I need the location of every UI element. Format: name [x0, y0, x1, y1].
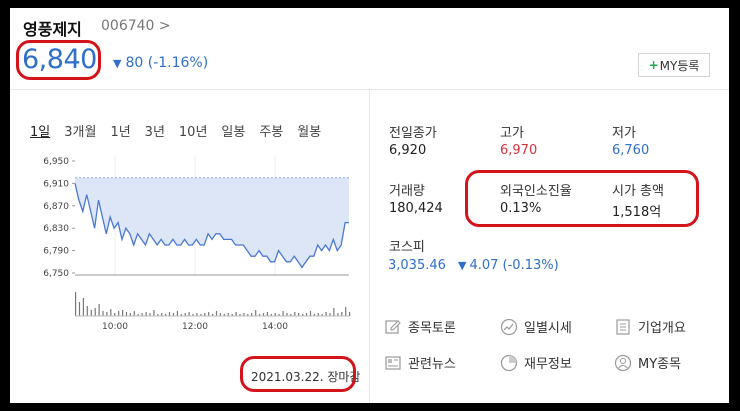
y-tick-label: 6,950	[43, 157, 69, 167]
tab-10year[interactable]: 10년	[179, 121, 208, 140]
volume-bar	[122, 310, 124, 316]
volume-bar	[215, 311, 218, 316]
company-info-link-label: 기업개요	[638, 321, 686, 336]
volume-bar	[294, 312, 296, 316]
company-name[interactable]: 영풍제지	[23, 16, 82, 40]
stock-code-link[interactable]: 006740 >	[101, 18, 171, 34]
daily-price-link-label: 일별시세	[524, 321, 572, 336]
volume-bar	[94, 308, 96, 316]
volume-bar	[208, 312, 210, 316]
prev-close-value: 6,920	[389, 143, 427, 158]
my-register-button[interactable]: + MY등록	[638, 53, 710, 77]
volume-bar	[349, 312, 351, 316]
tab-1year[interactable]: 1년	[110, 121, 130, 140]
daily-price-link[interactable]: 일별시세	[500, 317, 572, 336]
tab-monthly-candle[interactable]: 월봉	[297, 121, 321, 140]
trend-icon	[500, 318, 518, 335]
divider-vertical	[369, 90, 370, 403]
volume-bar	[255, 310, 257, 316]
stock-summary-panel: 영풍제지 006740 > 6,840 ▼ 80 (-1.16%) + MY등록 1…	[10, 8, 729, 403]
related-news-link-label: 관련뉴스	[408, 357, 456, 372]
prev-close-label: 전일종가	[389, 126, 437, 141]
volume-bar	[341, 312, 343, 316]
intraday-chart: 6,950 6,910 6,870 6,830 6,790 6,750 10:00 12:0…	[43, 155, 351, 330]
volume-bar	[333, 308, 335, 316]
edit-icon	[385, 319, 401, 334]
financial-info-link-label: 재무정보	[524, 357, 572, 372]
tab-3month[interactable]: 3개월	[64, 121, 96, 140]
volume-bar	[188, 312, 190, 316]
volume-bars	[75, 292, 351, 316]
company-info-link[interactable]: 기업개요	[614, 317, 686, 336]
kospi-change: ▼ 4.07 (-0.13%)	[458, 258, 559, 273]
volume-bar	[106, 312, 108, 316]
period-tabs: 1일 3개월 1년 3년 10년 일봉 주봉 월봉	[30, 121, 335, 140]
volume-label: 거래량	[389, 184, 425, 199]
volume-value: 180,424	[389, 201, 443, 216]
kospi-value: 3,035.46	[388, 258, 446, 273]
volume-bar	[125, 312, 128, 316]
news-icon	[385, 355, 401, 370]
volume-bar	[75, 292, 77, 316]
tab-1day[interactable]: 1일	[30, 121, 50, 140]
down-arrow-icon: ▼	[458, 259, 467, 272]
y-tick-label: 6,830	[43, 224, 69, 234]
financial-info-link[interactable]: 재무정보	[500, 353, 572, 372]
kospi-label: 코스피	[389, 240, 425, 255]
y-tick-label: 6,910	[43, 179, 69, 189]
my-stock-link-label: MY종목	[638, 357, 682, 372]
volume-bar	[168, 312, 171, 316]
volume-bar	[153, 310, 155, 316]
volume-bar	[235, 312, 237, 316]
related-news-link[interactable]: 관련뉴스	[384, 353, 456, 372]
high-value: 6,970	[500, 143, 538, 158]
down-arrow-icon: ▼	[113, 57, 122, 70]
volume-bar	[82, 298, 84, 316]
y-tick-label: 6,790	[43, 247, 69, 257]
price-change: ▼ 80 (-1.16%)	[113, 55, 208, 71]
y-tick-label: 6,870	[43, 202, 69, 212]
low-label: 저가	[612, 126, 636, 141]
kospi-change-value: 4.07 (-0.13%)	[469, 258, 559, 273]
price-area-fill	[75, 177, 349, 268]
tab-3year[interactable]: 3년	[145, 121, 165, 140]
highlight-oval-stats	[465, 170, 699, 227]
high-label: 고가	[500, 126, 524, 141]
low-value: 6,760	[612, 143, 650, 158]
pie-chart-icon	[500, 354, 518, 371]
volume-bar	[98, 304, 100, 316]
volume-bar	[110, 309, 112, 316]
price-change-value: 80 (-1.16%)	[125, 55, 209, 71]
plus-icon: +	[648, 58, 659, 72]
tab-daily-candle[interactable]: 일봉	[221, 121, 245, 140]
volume-bar	[90, 310, 92, 316]
volume-bar	[309, 311, 312, 316]
x-tick-label: 10:00	[102, 322, 128, 330]
x-tick-label: 12:00	[182, 322, 208, 330]
volume-bar	[282, 311, 284, 316]
highlight-oval-date	[240, 356, 356, 392]
volume-bar	[102, 311, 104, 316]
document-icon	[616, 318, 630, 335]
volume-bar	[345, 307, 347, 316]
volume-bar	[118, 311, 120, 316]
x-tick-label: 14:00	[262, 322, 288, 330]
volume-bar	[325, 312, 327, 316]
discussion-link-label: 종목토론	[408, 321, 456, 336]
user-icon	[614, 354, 632, 371]
discussion-link[interactable]: 종목토론	[384, 317, 456, 336]
y-tick-label: 6,750	[43, 269, 69, 279]
highlight-oval-price	[16, 40, 101, 80]
volume-bar	[266, 312, 268, 316]
volume-bar	[176, 311, 178, 316]
volume-bar	[133, 311, 135, 316]
volume-bar	[78, 302, 81, 316]
volume-bar	[86, 306, 88, 316]
volume-bar	[145, 312, 147, 316]
my-stock-link[interactable]: MY종목	[614, 353, 681, 372]
tab-weekly-candle[interactable]: 주봉	[259, 121, 283, 140]
my-register-label: MY등록	[659, 58, 700, 73]
